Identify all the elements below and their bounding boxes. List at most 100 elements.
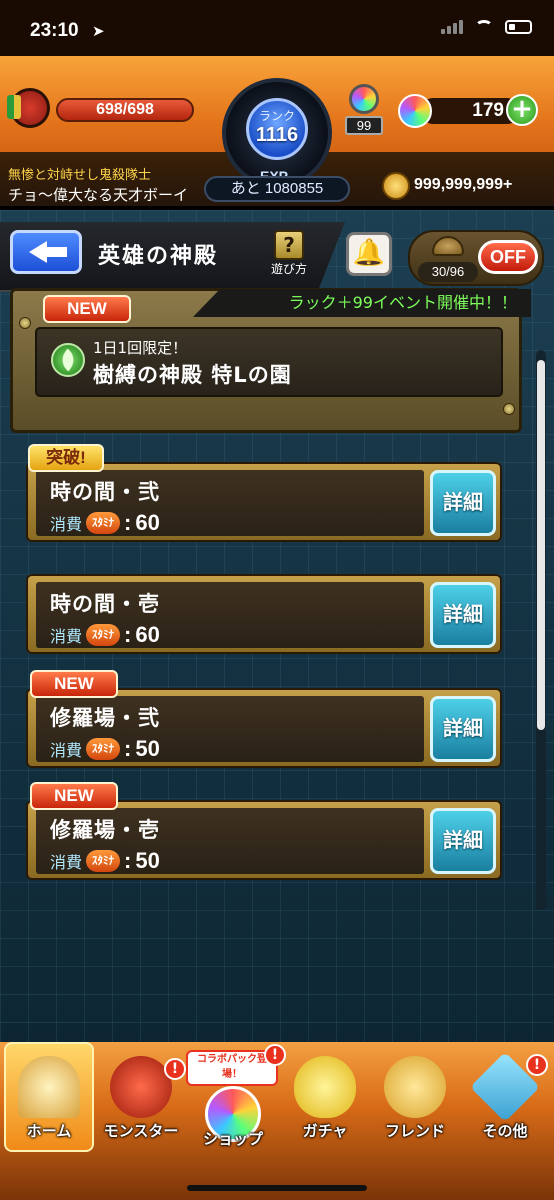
cost-colon: : <box>124 510 132 535</box>
monster-icon <box>110 1056 172 1118</box>
coin-count: 999,999,999+ <box>414 176 513 193</box>
quest-info: 修羅場・壱 消費 ｽﾀﾐﾅ : 50 <box>36 808 424 874</box>
quest-name: 修羅場・壱 <box>50 818 160 842</box>
home-indicator[interactable] <box>187 1185 367 1191</box>
featured-title: 樹縛の神殿 特Lの園 <box>93 363 292 387</box>
turtle-icon <box>432 236 464 256</box>
rank-label: ランク <box>258 109 295 123</box>
tab-label: モンスター <box>103 1122 179 1140</box>
quest-cost: 消費 ｽﾀﾐﾅ : 60 <box>50 510 160 536</box>
tab-friend[interactable]: フレンド <box>368 1052 462 1152</box>
stamina-stone[interactable]: 99 <box>344 84 384 135</box>
cost-value: 60 <box>135 510 160 535</box>
wood-element-icon <box>51 343 85 377</box>
rivet-icon <box>19 317 31 329</box>
quest-name: 時の間・弐 <box>50 480 160 504</box>
tab-monster[interactable]: モンスター ! <box>94 1052 188 1152</box>
stamina-stone-icon <box>349 84 379 114</box>
detail-button[interactable]: 詳細 <box>430 582 496 648</box>
tab-label: ガチャ <box>302 1122 348 1140</box>
status-time: 23:10 <box>30 20 79 41</box>
quest-name: 時の間・壱 <box>50 592 160 616</box>
luck-turtle-panel: 30/96 OFF <box>408 230 544 286</box>
quest-row[interactable]: 修羅場・弐 消費 ｽﾀﾐﾅ : 50 詳細 <box>26 688 502 768</box>
home-gate-icon <box>18 1056 80 1118</box>
back-button[interactable] <box>10 230 82 274</box>
quest-info: 時の間・壱 消費 ｽﾀﾐﾅ : 60 <box>36 582 424 648</box>
stamina-icon: ｽﾀﾐﾅ <box>86 512 121 534</box>
scrollbar[interactable] <box>536 350 546 910</box>
detail-button[interactable]: 詳細 <box>430 470 496 536</box>
stamina-icon: ｽﾀﾐﾅ <box>86 624 121 646</box>
stamina-icon: ｽﾀﾐﾅ <box>86 738 121 760</box>
new-badge: NEW <box>30 782 118 810</box>
quest-cost: 消費 ｽﾀﾐﾅ : 50 <box>50 848 160 874</box>
tab-label: その他 <box>482 1122 528 1140</box>
player-title: 無惨と対峙せし鬼殺隊士 <box>8 168 152 183</box>
alert-icon: ! <box>164 1058 186 1080</box>
cost-label: 消費 <box>50 515 83 534</box>
tab-label: ショップ <box>202 1130 263 1148</box>
rank-value: 1116 <box>255 124 299 146</box>
featured-quest[interactable]: ラック＋99イベント開催中！！ NEW 1日1回限定！ 樹縛の神殿 特Lの園 <box>10 288 531 433</box>
turtle-toggle-button[interactable]: OFF <box>478 240 538 274</box>
cost-value: 60 <box>135 622 160 647</box>
quest-row[interactable]: 時の間・壱 消費 ｽﾀﾐﾅ : 60 詳細 <box>26 574 502 654</box>
tab-home[interactable]: ホーム <box>2 1052 96 1152</box>
event-banner: ラック＋99イベント開催中！！ <box>193 289 531 317</box>
cost-colon: : <box>124 736 132 761</box>
how-to-play-button[interactable]: ? 遊び方 <box>266 230 312 280</box>
signal-icon <box>441 20 463 34</box>
quest-info: 修羅場・弐 消費 ｽﾀﾐﾅ : 50 <box>36 696 424 762</box>
rank-badge: ランク 1116 <box>246 98 308 160</box>
scroll-thumb[interactable] <box>537 360 545 730</box>
player-header: 698/698 ランク 1116 EXP あと 1080855 99 179 +… <box>0 56 554 206</box>
status-indicators <box>441 20 532 34</box>
tab-other[interactable]: その他 ! <box>458 1051 552 1152</box>
new-badge: NEW <box>43 295 131 323</box>
buy-orbs-button[interactable]: + <box>506 94 538 126</box>
hp-bar: 698/698 <box>56 98 194 122</box>
featured-limited-text: 1日1回限定！ <box>93 339 188 357</box>
orb-icon <box>398 94 432 128</box>
bottom-tab-bar: ホーム モンスター ! ショップ コラボパック登場！ ! ガチャ フレンド その… <box>0 1042 554 1200</box>
stone-count: 99 <box>345 116 383 135</box>
featured-quest-panel: 1日1回限定！ 樹縛の神殿 特Lの園 <box>35 327 503 397</box>
wifi-icon <box>475 20 493 34</box>
page-title: 英雄の神殿 <box>98 244 219 269</box>
detail-button[interactable]: 詳細 <box>430 696 496 762</box>
battery-icon <box>505 20 532 34</box>
exp-remaining: あと 1080855 <box>204 176 350 202</box>
new-badge: NEW <box>30 670 118 698</box>
gacha-egg-icon <box>294 1056 356 1118</box>
cost-colon: : <box>124 622 132 647</box>
tab-label: ホーム <box>26 1122 72 1140</box>
tab-gacha[interactable]: ガチャ <box>278 1052 372 1152</box>
stamina-icon: ｽﾀﾐﾅ <box>86 850 121 872</box>
coin-icon <box>382 172 410 200</box>
cost-value: 50 <box>135 848 160 873</box>
question-icon: ? <box>274 230 304 260</box>
detail-button[interactable]: 詳細 <box>430 808 496 874</box>
rivet-icon <box>503 403 515 415</box>
quest-list-screen: 英雄の神殿 ? 遊び方 🔔 30/96 OFF ラック＋99イベント開催中！！ … <box>0 210 554 1050</box>
quest-name: 修羅場・弐 <box>50 706 160 730</box>
how-to-play-label: 遊び方 <box>270 262 307 276</box>
quest-cost: 消費 ｽﾀﾐﾅ : 60 <box>50 622 160 648</box>
quest-cost: 消費 ｽﾀﾐﾅ : 50 <box>50 736 160 762</box>
bell-icon[interactable]: 🔔 <box>346 232 392 276</box>
break-badge: 突破! <box>28 444 104 472</box>
beginner-mark-icon <box>7 88 50 128</box>
turtle-count: 30/96 <box>418 262 478 282</box>
player-name: チョ〜偉大なる天才ボーイ <box>8 186 189 204</box>
quest-row[interactable]: 時の間・弐 消費 ｽﾀﾐﾅ : 60 詳細 <box>26 462 502 542</box>
cost-label: 消費 <box>50 741 83 760</box>
orb-count: 179 <box>472 100 504 121</box>
cost-label: 消費 <box>50 853 83 872</box>
quest-row[interactable]: 修羅場・壱 消費 ｽﾀﾐﾅ : 50 詳細 <box>26 800 502 880</box>
alert-icon: ! <box>526 1054 548 1076</box>
tab-label: フレンド <box>384 1122 445 1140</box>
friend-icon <box>384 1056 446 1118</box>
cost-label: 消費 <box>50 627 83 646</box>
status-bar: 23:10 ➤ <box>0 0 554 56</box>
